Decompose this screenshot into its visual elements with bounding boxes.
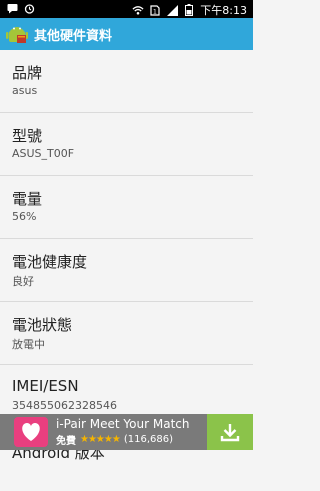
page-title: 其他硬件資料 bbox=[34, 28, 113, 44]
wifi-icon bbox=[132, 4, 144, 16]
item-label: 品牌 bbox=[12, 64, 43, 82]
item-label: 型號 bbox=[12, 127, 43, 145]
item-value: ASUS_T00F bbox=[12, 147, 75, 160]
android-logo-icon[interactable] bbox=[6, 23, 28, 45]
battery-icon bbox=[183, 4, 195, 16]
ad-banner[interactable]: i-Pair Meet Your Match 免費 ★★★★★ (116,686… bbox=[0, 414, 253, 450]
item-label: 電池狀態 bbox=[12, 316, 73, 334]
download-icon bbox=[220, 424, 240, 442]
item-label: IMEI/ESN bbox=[12, 377, 79, 395]
rating-stars: ★★★★★ bbox=[80, 434, 121, 445]
item-value: 56% bbox=[12, 210, 37, 223]
message-icon bbox=[6, 2, 18, 14]
ad-free-label: 免費 bbox=[56, 436, 76, 447]
list-item-battery-status: 電池狀態 放電中 bbox=[0, 302, 253, 365]
rating-count: (116,686) bbox=[123, 434, 173, 445]
status-time: 下午8:13 bbox=[200, 4, 247, 17]
app-bar: 其他硬件資料 bbox=[0, 18, 253, 50]
list-item-model: 型號 ASUS_T00F bbox=[0, 113, 253, 176]
download-button[interactable] bbox=[207, 414, 253, 450]
list-item-battery-level: 電量 56% bbox=[0, 176, 253, 239]
item-value: 354855062328546 bbox=[12, 399, 117, 412]
svg-text:1: 1 bbox=[153, 8, 157, 15]
item-label: 電量 bbox=[12, 190, 43, 208]
ad-app-icon[interactable] bbox=[14, 417, 50, 447]
item-value: 良好 bbox=[12, 275, 34, 288]
signal-icon bbox=[166, 4, 178, 16]
item-label: 電池健康度 bbox=[12, 253, 88, 271]
list-item-battery-health: 電池健康度 良好 bbox=[0, 239, 253, 302]
status-bar: 1 下午8:13 bbox=[0, 0, 253, 18]
item-value: 放電中 bbox=[12, 338, 45, 351]
item-value: asus bbox=[12, 84, 38, 97]
sim-icon: 1 bbox=[149, 4, 161, 16]
list-item-brand: 品牌 asus bbox=[0, 50, 253, 113]
alarm-icon bbox=[23, 2, 35, 14]
